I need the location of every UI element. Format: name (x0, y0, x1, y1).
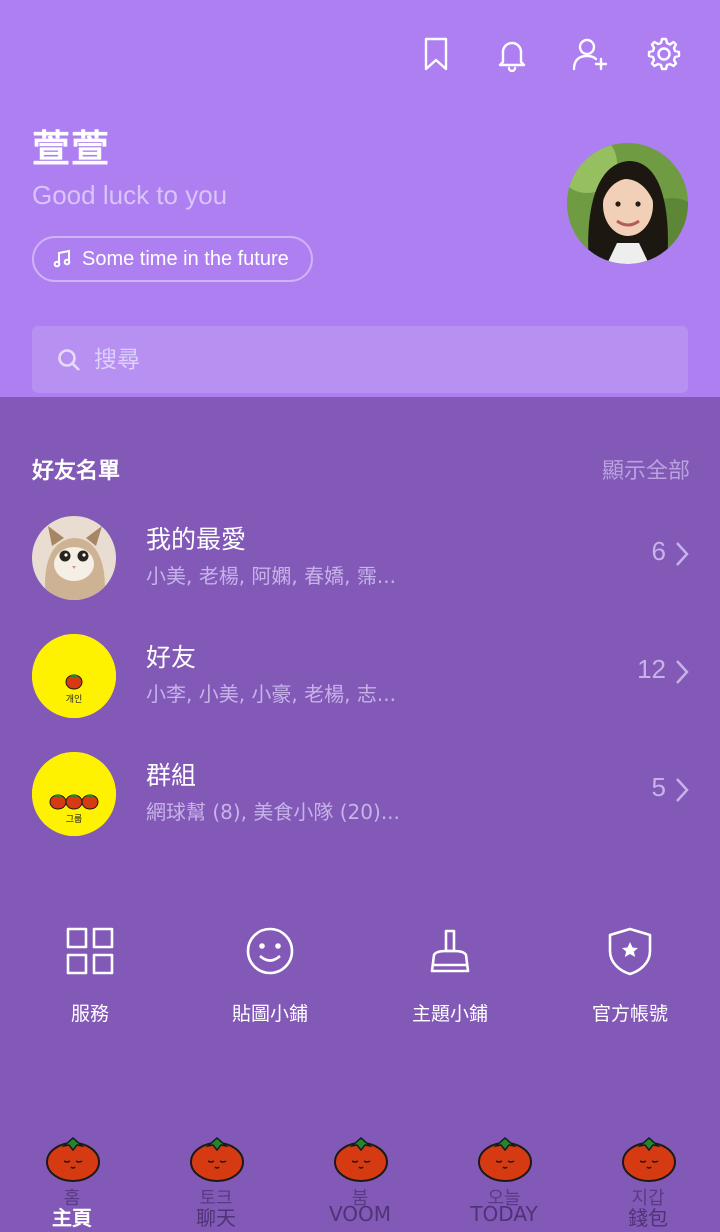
official-accounts-button[interactable]: 官方帳號 (540, 925, 720, 1035)
gear-icon (647, 37, 681, 71)
brush-icon (430, 929, 470, 973)
profile-music-label: Some time in the future (82, 247, 289, 270)
list-item-favorites[interactable]: 我的最愛 小美, 老楊, 阿嫻, 春嬌, 霈... 6 (0, 508, 720, 608)
official-accounts-label: 官方帳號 (591, 1003, 668, 1025)
add-friend-icon (572, 38, 608, 71)
tomato-wallet-icon (622, 1136, 676, 1182)
tab-voom[interactable]: 붐 VOOM (288, 1120, 432, 1232)
tab-wallet[interactable]: 지갑 錢包 (576, 1120, 720, 1232)
friends-avatar: 개인 (32, 634, 116, 718)
row-subtitle: 小李, 小美, 小豪, 老楊, 志... (146, 682, 396, 706)
search-input[interactable] (92, 345, 656, 374)
sticker-shop-label: 貼圖小鋪 (231, 1003, 308, 1025)
bookmark-icon (424, 37, 448, 71)
friends-badge-text: 개인 (65, 695, 83, 705)
list-item-groups[interactable]: 그룹 群組 網球幫 (8), 美食小隊 (20)... 5 (0, 744, 720, 844)
tab-wallet-label: 錢包 (628, 1206, 668, 1230)
tab-home-label: 主頁 (52, 1206, 92, 1230)
services-label: 服務 (70, 1003, 109, 1025)
row-count: 6 (651, 536, 666, 566)
tab-home[interactable]: ♪ 홈 主頁 (0, 1120, 144, 1232)
avatar[interactable] (567, 143, 688, 264)
row-title: 群組 (146, 761, 197, 790)
row-subtitle: 網球幫 (8), 美食小隊 (20)... (146, 800, 400, 824)
chevron-right-icon (674, 776, 690, 804)
row-subtitle: 小美, 老楊, 阿嫻, 春嬌, 霈... (146, 564, 396, 588)
theme-shop-label: 主題小鋪 (411, 1003, 488, 1025)
services-button[interactable]: 服務 (0, 925, 180, 1035)
profile-header: 萱萱 Good luck to you Some time in the fut… (0, 0, 720, 397)
row-title: 我的最愛 (146, 525, 247, 554)
tomato-today-icon (478, 1136, 532, 1182)
profile-music-button[interactable]: Some time in the future (32, 236, 313, 282)
tomato-voom-icon (334, 1136, 388, 1182)
shield-star-icon (608, 927, 652, 976)
tab-chats[interactable]: 토크 聊天 (144, 1120, 288, 1232)
tab-voom-label: VOOM (328, 1202, 392, 1226)
list-item-friends[interactable]: 개인 好友 小李, 小美, 小豪, 老楊, 志... 12 (0, 626, 720, 726)
notifications-button[interactable] (488, 30, 536, 78)
groups-badge-text: 그룹 (65, 815, 83, 825)
profile-name[interactable]: 萱萱 (32, 118, 110, 173)
chevron-right-icon (674, 540, 690, 568)
smiley-icon (246, 927, 294, 975)
theme-shop-button[interactable]: 主題小鋪 (360, 925, 540, 1035)
status-message[interactable]: Good luck to you (32, 180, 227, 211)
tab-today[interactable]: 오늘 TODAY (432, 1120, 576, 1232)
settings-button[interactable] (640, 30, 688, 78)
bottom-tab-bar: ♪ 홈 主頁 토크 聊天 붐 VOOM (0, 1120, 720, 1232)
row-count: 5 (651, 772, 666, 802)
music-note-icon (53, 249, 71, 268)
groups-avatar: 그룹 (32, 752, 116, 836)
tomato-chats-icon (190, 1136, 244, 1182)
friends-section-title: 好友名單 (32, 459, 121, 484)
tomato-home-icon: ♪ (46, 1136, 100, 1182)
bell-icon (498, 41, 526, 73)
row-count: 12 (637, 654, 666, 684)
show-all-link[interactable]: 顯示全部 (602, 453, 690, 485)
tab-today-label: TODAY (470, 1202, 538, 1226)
search-bar[interactable] (32, 326, 688, 393)
bookmark-button[interactable] (412, 30, 460, 78)
row-title: 好友 (146, 643, 197, 672)
favorites-avatar (32, 516, 116, 600)
tab-chats-label: 聊天 (196, 1206, 236, 1230)
add-friend-button[interactable] (566, 30, 614, 78)
chevron-right-icon (674, 658, 690, 686)
search-icon (58, 348, 80, 371)
grid-icon (66, 927, 114, 975)
sticker-shop-button[interactable]: 貼圖小鋪 (180, 925, 360, 1035)
